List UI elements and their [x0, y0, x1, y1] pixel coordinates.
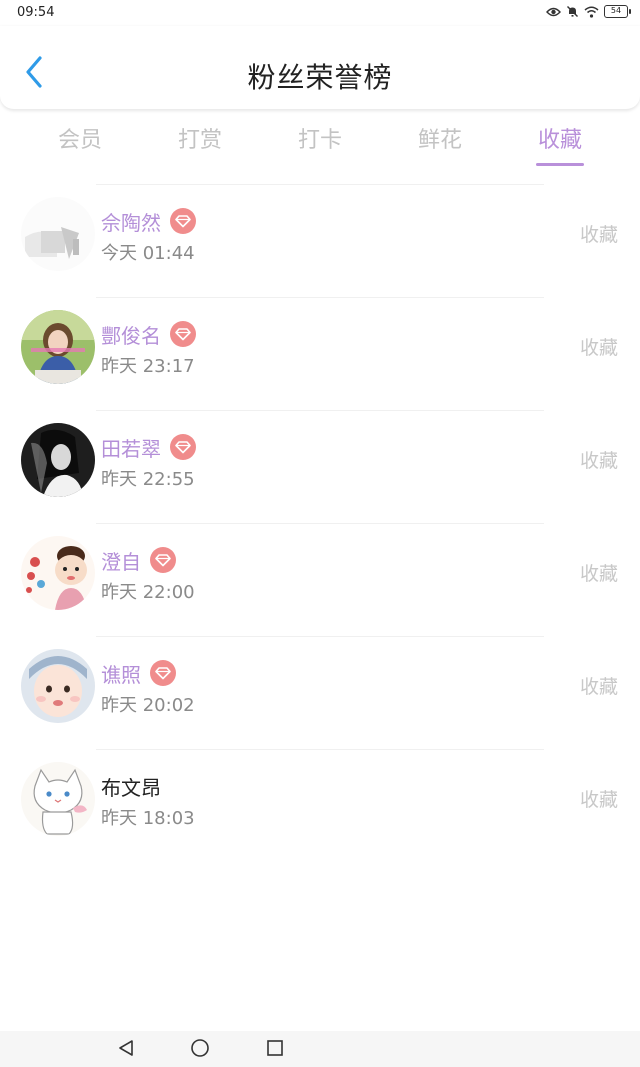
user-name: 佘陶然: [101, 210, 161, 235]
list-item[interactable]: 澄自 昨天 22:00 收藏: [0, 523, 640, 636]
nav-recents-button[interactable]: [264, 1039, 286, 1061]
status-bar: 09:54 54: [0, 0, 640, 26]
timestamp: 昨天 18:03: [101, 808, 195, 829]
tab-bar: 会员 打赏 打卡 鲜花 收藏: [20, 112, 620, 170]
diamond-badge-icon: [170, 434, 196, 460]
triangle-back-icon: [117, 1039, 135, 1061]
avatar: [21, 536, 95, 610]
user-name: 酆俊名: [101, 323, 161, 348]
list-item[interactable]: 酆俊名 昨天 23:17 收藏: [0, 297, 640, 410]
timestamp: 昨天 23:17: [101, 356, 195, 377]
name-line: 酆俊名: [101, 319, 196, 349]
timestamp: 昨天 22:00: [101, 582, 195, 603]
nav-back-button[interactable]: [115, 1039, 137, 1061]
favorite-label[interactable]: 收藏: [580, 220, 618, 247]
favorite-label[interactable]: 收藏: [580, 672, 618, 699]
name-line: 谯照: [101, 658, 176, 688]
avatar: [21, 762, 95, 836]
user-name: 田若翠: [101, 436, 161, 461]
system-nav-bar: [0, 1031, 640, 1067]
tab-member[interactable]: 会员: [20, 112, 140, 170]
page-title: 粉丝荣誉榜: [247, 61, 393, 94]
status-time: 09:54: [17, 5, 55, 20]
mute-bell-icon: [566, 5, 579, 18]
diamond-badge-icon: [150, 660, 176, 686]
name-line: 布文昂: [101, 771, 161, 801]
timestamp: 今天 01:44: [101, 243, 195, 264]
tab-favorites[interactable]: 收藏: [500, 112, 620, 170]
tab-checkin[interactable]: 打卡: [260, 112, 380, 170]
user-name: 布文昂: [101, 775, 161, 800]
user-name: 澄自: [101, 549, 141, 574]
favorite-label[interactable]: 收藏: [580, 333, 618, 360]
list-item[interactable]: 布文昂 昨天 18:03 收藏: [0, 749, 640, 862]
name-line: 澄自: [101, 545, 176, 575]
diamond-badge-icon: [150, 547, 176, 573]
avatar: [21, 197, 95, 271]
favorite-label[interactable]: 收藏: [580, 559, 618, 586]
eye-icon: [546, 6, 561, 18]
circle-home-icon: [190, 1038, 210, 1062]
diamond-badge-icon: [170, 208, 196, 234]
favorite-label[interactable]: 收藏: [580, 785, 618, 812]
status-icons: 54: [546, 5, 631, 18]
wifi-icon: [584, 6, 599, 18]
favorite-label[interactable]: 收藏: [580, 446, 618, 473]
list-item[interactable]: 谯照 昨天 20:02 收藏: [0, 636, 640, 749]
battery-icon: 54: [604, 5, 631, 18]
timestamp: 昨天 22:55: [101, 469, 195, 490]
user-name: 谯照: [101, 662, 141, 687]
header: 粉丝荣誉榜: [0, 26, 640, 110]
avatar: [21, 310, 95, 384]
nav-home-button[interactable]: [189, 1039, 211, 1061]
tab-reward[interactable]: 打赏: [140, 112, 260, 170]
name-line: 田若翠: [101, 432, 196, 462]
fan-list: 佘陶然 今天 01:44 收藏 酆俊名 昨天 23:17 收藏 田若翠 昨天 2…: [0, 184, 640, 862]
list-item[interactable]: 佘陶然 今天 01:44 收藏: [0, 184, 640, 297]
tab-flowers[interactable]: 鲜花: [380, 112, 500, 170]
diamond-badge-icon: [170, 321, 196, 347]
avatar: [21, 649, 95, 723]
timestamp: 昨天 20:02: [101, 695, 195, 716]
square-recents-icon: [266, 1039, 284, 1061]
name-line: 佘陶然: [101, 206, 196, 236]
list-item[interactable]: 田若翠 昨天 22:55 收藏: [0, 410, 640, 523]
avatar: [21, 423, 95, 497]
